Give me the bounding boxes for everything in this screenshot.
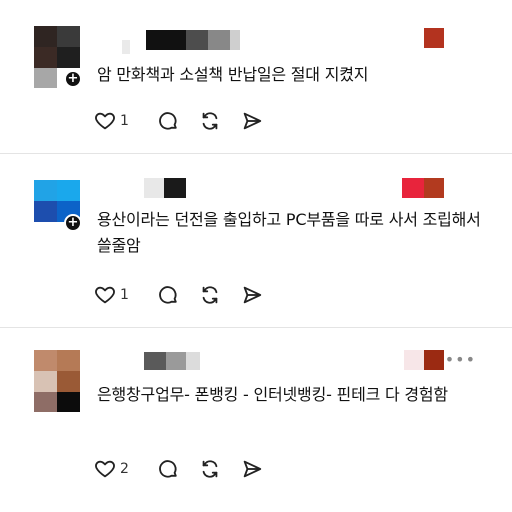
repost-icon [202,460,218,478]
repost-icon [202,112,218,130]
reply-button[interactable] [157,458,179,480]
action-bar: 1 [94,109,283,133]
author-name-obscured [166,352,186,370]
badge-obscured [424,350,444,370]
like-button[interactable]: 1 [94,110,137,132]
author-name-obscured [144,178,164,198]
send-icon [243,286,262,304]
share-button[interactable] [241,110,263,132]
post-text: 은행창구업무- 폰뱅킹 - 인터넷뱅킹- 핀테크 다 경험함 [97,385,448,404]
comment-icon [159,460,177,478]
reply-button[interactable] [157,284,179,306]
send-icon [243,460,262,478]
badge-obscured [424,28,444,48]
author-name-obscured [164,178,186,198]
heart-icon [95,112,115,130]
author-name-obscured [208,30,230,50]
author-name[interactable] [122,40,130,54]
post-text: 암 만화책과 소설책 반납일은 절대 지켰지 [97,65,369,84]
badge-obscured [404,350,424,370]
post-text: 용산이라는 던전을 출입하고 PC부품을 따로 사서 조립해서 쓸줄암 [97,210,481,255]
send-icon [243,112,262,130]
like-button[interactable]: 1 [94,284,137,306]
repost-button[interactable] [199,284,221,306]
badge-obscured [402,178,424,198]
like-count: 1 [120,287,129,303]
heart-icon [95,286,115,304]
action-bar: 1 [94,283,283,307]
author-name-obscured [186,30,208,50]
comment-icon [159,286,177,304]
comment-icon [159,112,177,130]
more-icon[interactable]: ••• [445,350,476,369]
post-1: + 암 만화책과 소설책 반납일은 절대 지켰지 1 [0,0,512,150]
badge-obscured [424,178,444,198]
share-button[interactable] [241,458,263,480]
repost-icon [202,286,218,304]
share-button[interactable] [241,284,263,306]
post-3: ••• 은행창구업무- 폰뱅킹 - 인터넷뱅킹- 핀테크 다 경험함 2 [0,328,512,512]
repost-button[interactable] [199,110,221,132]
like-count: 1 [120,113,129,129]
action-bar: 2 [94,457,283,481]
repost-button[interactable] [199,458,221,480]
author-name-obscured [144,352,166,370]
like-count: 2 [120,461,129,477]
reply-button[interactable] [157,110,179,132]
avatar[interactable] [34,350,80,412]
follow-plus-icon[interactable]: + [64,70,82,88]
like-button[interactable]: 2 [94,458,137,480]
heart-icon [95,460,115,478]
avatar[interactable] [34,180,80,242]
author-name-obscured [186,352,200,370]
author-name-obscured [146,30,186,50]
author-name-obscured [230,30,240,50]
post-2: + 용산이라는 던전을 출입하고 PC부품을 따로 사서 조립해서 쓸줄암 1 [0,154,512,324]
follow-plus-icon[interactable]: + [64,214,82,232]
